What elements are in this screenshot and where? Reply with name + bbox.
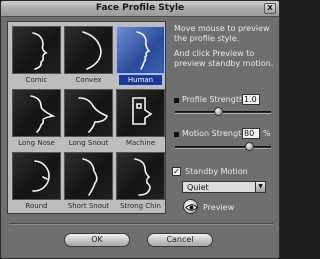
profile-thumbnail[interactable] [64, 26, 113, 74]
short-snout-profile-icon [82, 158, 98, 196]
profile-option-label: Round [25, 202, 48, 210]
ok-button[interactable]: OK [64, 233, 130, 247]
profile-option-label: Long Snout [68, 139, 109, 147]
profile-option-label: Machine [125, 139, 156, 147]
profile-thumbnail[interactable] [12, 152, 61, 200]
profile-option-label: Convex [75, 76, 102, 84]
profile-option-strong-chin[interactable]: Strong Chin [116, 152, 165, 211]
profile-strength-label: Profile Strength [182, 95, 245, 104]
help-text-preview-motion: And click Preview to preview standby mot… [174, 49, 274, 68]
standby-motion-checkbox[interactable]: ✓ [172, 167, 181, 176]
profile-option-long-snout[interactable]: Long Snout [64, 89, 113, 148]
profile-option-machine[interactable]: Machine [116, 89, 165, 148]
human-profile-icon [136, 31, 151, 70]
title-bar[interactable]: Face Profile Style x [1, 1, 279, 17]
close-icon: x [267, 3, 273, 13]
close-button[interactable]: x [264, 3, 276, 14]
profile-option-convex[interactable]: Convex [64, 26, 113, 85]
preview-button[interactable]: Preview [203, 203, 234, 213]
motion-strength-unit: % [263, 129, 271, 138]
standby-motion-select[interactable]: Quiet ▼ [182, 181, 266, 193]
help-text-preview-style: Move mouse to preview the profile style. [174, 24, 270, 43]
profile-option-label: Long Nose [18, 139, 55, 147]
profile-thumbnail[interactable] [116, 26, 165, 74]
chevron-down-icon[interactable]: ▼ [255, 182, 265, 192]
round-profile-icon [32, 160, 50, 192]
long-snout-profile-icon [78, 97, 108, 133]
profile-option-label: Strong Chin [119, 202, 161, 210]
profile-strength-slider[interactable] [175, 107, 271, 116]
profile-option-round[interactable]: Round [12, 152, 61, 211]
profile-option-short-snout[interactable]: Short Snout [64, 152, 113, 211]
profile-option-label: Comic [25, 76, 48, 84]
dialog-title: Face Profile Style [95, 3, 185, 13]
standby-motion-label: Standby Motion [185, 167, 248, 176]
profile-option-human[interactable]: Human [116, 26, 165, 85]
profile-option-label: Short Snout [67, 202, 110, 210]
motion-strength-slider[interactable] [175, 142, 271, 151]
strong-chin-profile-icon [134, 158, 151, 196]
long-nose-profile-icon [30, 95, 56, 133]
bullet-icon [174, 132, 179, 137]
machine-profile-icon [132, 97, 153, 125]
comic-profile-icon [32, 32, 48, 70]
motion-strength-slider-handle[interactable] [245, 142, 254, 151]
profile-option-label: Human [119, 75, 162, 85]
profile-option-long-nose[interactable]: Long Nose [12, 89, 61, 148]
motion-strength-label: Motion Strength [182, 129, 247, 138]
profile-thumbnail[interactable] [12, 26, 61, 74]
motion-strength-input[interactable]: 80 [242, 128, 260, 139]
profile-strength-slider-handle[interactable] [214, 107, 223, 116]
bullet-icon [174, 98, 179, 103]
cancel-button[interactable]: Cancel [147, 233, 213, 247]
profile-thumbnail[interactable] [12, 89, 61, 137]
profile-thumbnail[interactable] [116, 152, 165, 200]
profile-style-grid: Comic Convex Human Long Nose Long Snout Machi… [7, 21, 166, 214]
profile-option-comic[interactable]: Comic [12, 26, 61, 85]
eye-icon[interactable] [183, 199, 198, 214]
profile-thumbnail[interactable] [64, 152, 113, 200]
profile-thumbnail[interactable] [64, 89, 113, 137]
profile-thumbnail[interactable] [116, 89, 165, 137]
face-profile-style-dialog: Face Profile Style x Comic Convex Human Lon… [0, 0, 280, 259]
profile-strength-input[interactable]: 1.0 [242, 94, 260, 105]
divider [9, 223, 273, 225]
convex-profile-icon [82, 31, 102, 70]
standby-motion-select-value: Quiet [187, 183, 209, 192]
